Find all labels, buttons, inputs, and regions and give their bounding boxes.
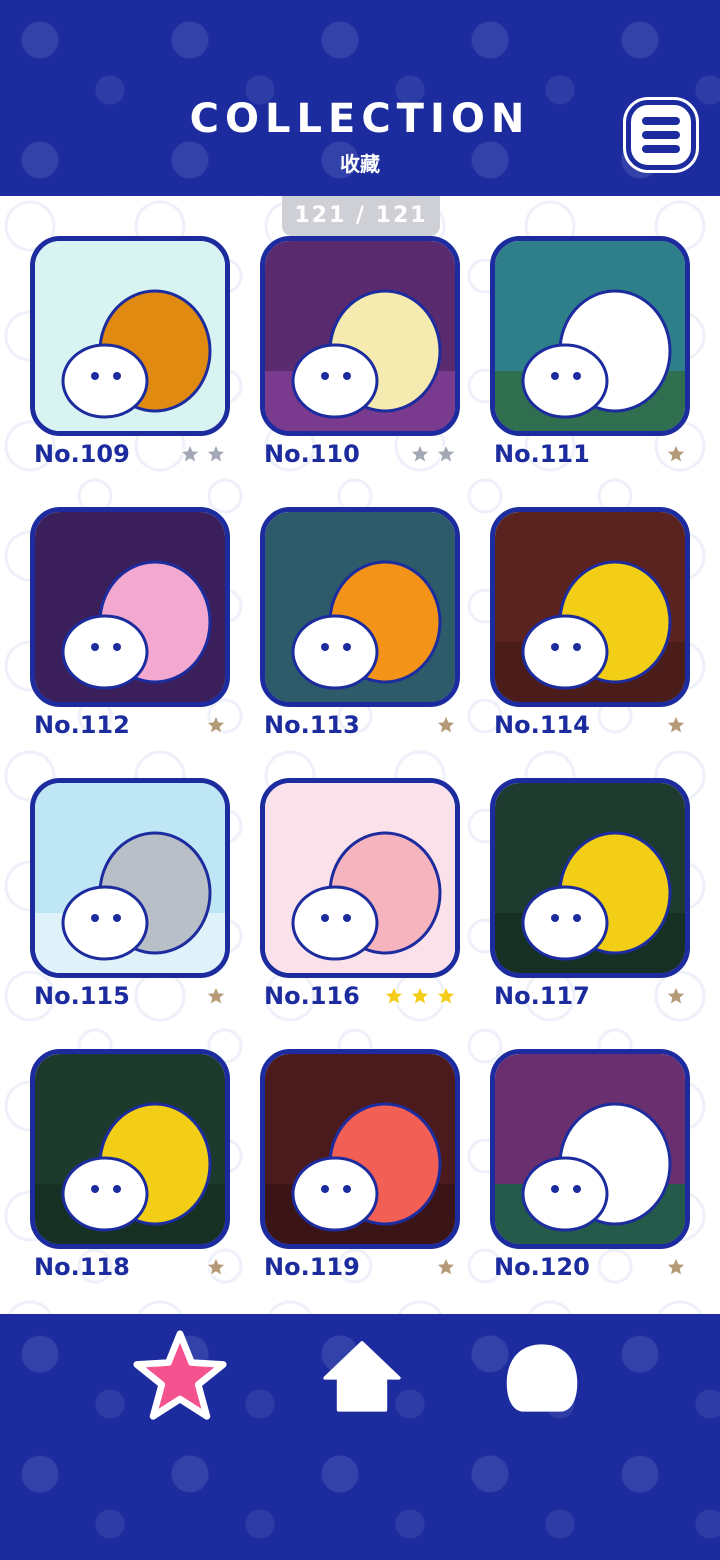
nav-collection-button[interactable] [132, 1328, 228, 1424]
card-illustration [260, 507, 460, 707]
collection-card[interactable]: No.112 [30, 507, 230, 747]
card-number: No.112 [34, 711, 130, 739]
card-illustration [30, 778, 230, 978]
collection-card[interactable]: No.110 [260, 236, 460, 476]
card-rating [408, 442, 458, 466]
card-illustration [260, 236, 460, 436]
card-number: No.111 [494, 440, 590, 468]
star-icon [205, 714, 227, 735]
bottom-nav [0, 1314, 720, 1560]
card-rating [178, 442, 228, 466]
card-illustration [260, 1049, 460, 1249]
nav-home-button[interactable] [320, 1336, 404, 1420]
card-number: No.119 [264, 1253, 360, 1281]
star-icon [409, 443, 431, 464]
card-rating [664, 442, 688, 466]
star-icon [665, 1256, 687, 1277]
star-icon [665, 985, 687, 1006]
collection-card[interactable]: No.120 [490, 1049, 690, 1289]
card-illustration [490, 507, 690, 707]
card-illustration [260, 778, 460, 978]
card-rating [434, 1255, 458, 1279]
star-icon [435, 714, 457, 735]
card-rating [664, 1255, 688, 1279]
star-icon [409, 985, 431, 1006]
card-number: No.113 [264, 711, 360, 739]
card-number: No.114 [494, 711, 590, 739]
collection-card[interactable]: No.116 [260, 778, 460, 1018]
card-number: No.109 [34, 440, 130, 468]
character-icon [506, 1344, 578, 1412]
card-number: No.118 [34, 1253, 130, 1281]
star-icon [179, 443, 201, 464]
card-rating [204, 984, 228, 1008]
collection-counter: 121 / 121 [282, 196, 440, 236]
card-rating [434, 713, 458, 737]
star-icon [435, 985, 457, 1006]
card-rating [664, 713, 688, 737]
card-rating [664, 984, 688, 1008]
star-icon [205, 985, 227, 1006]
collection-card[interactable]: No.109 [30, 236, 230, 476]
card-rating [204, 713, 228, 737]
card-illustration [490, 1049, 690, 1249]
star-icon [665, 443, 687, 464]
card-number: No.120 [494, 1253, 590, 1281]
nav-character-button[interactable] [500, 1336, 584, 1420]
star-icon [205, 443, 227, 464]
star-icon [383, 985, 405, 1006]
card-illustration [30, 1049, 230, 1249]
page-subtitle: 收藏 [340, 152, 380, 176]
star-icon [205, 1256, 227, 1277]
card-number: No.110 [264, 440, 360, 468]
collection-card[interactable]: No.117 [490, 778, 690, 1018]
card-illustration [490, 236, 690, 436]
star-icon [435, 1256, 457, 1277]
star-icon [435, 443, 457, 464]
collection-card[interactable]: No.114 [490, 507, 690, 747]
collection-card[interactable]: No.113 [260, 507, 460, 747]
home-icon [323, 1341, 401, 1412]
collection-card[interactable]: No.115 [30, 778, 230, 1018]
card-illustration [490, 778, 690, 978]
menu-icon [642, 117, 680, 125]
card-rating [204, 1255, 228, 1279]
collection-card[interactable]: No.111 [490, 236, 690, 476]
card-illustration [30, 236, 230, 436]
card-number: No.115 [34, 982, 130, 1010]
star-icon [133, 1330, 227, 1420]
card-rating [382, 984, 458, 1008]
card-illustration [30, 507, 230, 707]
card-number: No.117 [494, 982, 590, 1010]
menu-button[interactable] [626, 100, 696, 170]
collection-card[interactable]: No.119 [260, 1049, 460, 1289]
header: COLLECTION 收藏 [0, 0, 720, 196]
collection-card[interactable]: No.118 [30, 1049, 230, 1289]
page-title: COLLECTION [189, 96, 531, 142]
card-number: No.116 [264, 982, 360, 1010]
star-icon [665, 714, 687, 735]
